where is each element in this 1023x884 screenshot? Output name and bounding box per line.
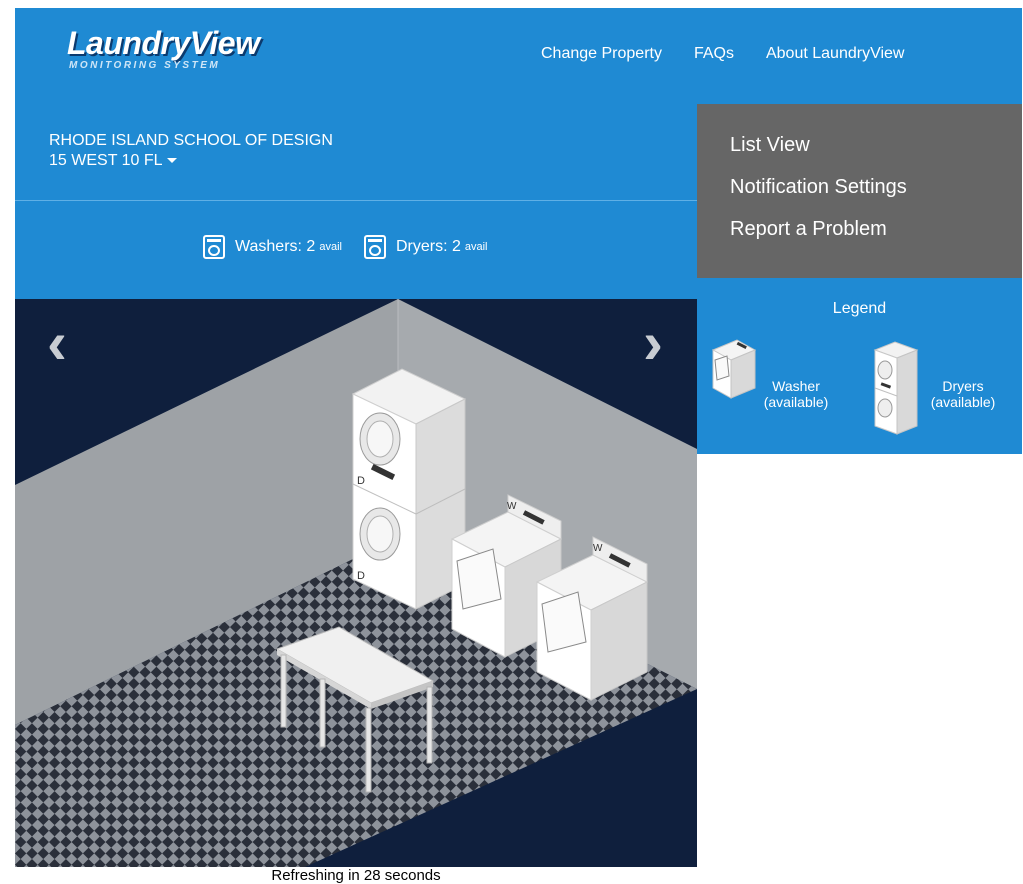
header: LaundryView MONITORING SYSTEM Change Pro… (15, 8, 1022, 104)
list-view-link[interactable]: List View (730, 134, 810, 157)
washers-avail-suffix: avail (319, 241, 342, 253)
dryers-available: Dryers: 2 (395, 238, 461, 255)
dryer-legend-icon (873, 341, 919, 435)
room-name: 15 WEST 10 FL (49, 152, 163, 169)
dryer-icon (363, 235, 386, 259)
faqs-link[interactable]: FAQs (694, 45, 734, 63)
legend-panel: Legend Washer (available) Dryers (availa… (697, 278, 1022, 454)
logo-subtitle: MONITORING SYSTEM (69, 60, 221, 71)
washer-legend-status: (available) (763, 394, 829, 410)
washers-available: Washers: 2 (235, 238, 316, 255)
laundryview-app: LaundryView MONITORING SYSTEM Change Pro… (15, 8, 1022, 884)
dryer-tag-bottom: D (357, 570, 365, 582)
chevron-right-icon[interactable]: › (633, 313, 673, 373)
location-bar: RHODE ISLAND SCHOOL OF DESIGN 15 WEST 10… (15, 104, 697, 200)
notification-settings-link[interactable]: Notification Settings (730, 176, 907, 199)
dryer-legend-status: (available) (930, 394, 996, 410)
top-nav: Change Property FAQs About LaundryView (541, 45, 904, 63)
report-a-problem-link[interactable]: Report a Problem (730, 218, 887, 241)
dryer-legend-label: Dryers (942, 378, 984, 394)
chevron-left-icon[interactable]: ‹ (37, 313, 77, 373)
room-view: D D W W ‹ › (15, 299, 697, 867)
dryer-tag-top: D (357, 475, 365, 487)
dryer-legend-text: Dryers (available) (923, 378, 1003, 410)
refresh-status: Refreshing in 28 seconds (271, 867, 441, 884)
room-selector[interactable]: 15 WEST 10 FL (49, 152, 177, 170)
washer-legend-label: Washer (772, 378, 820, 394)
legend-title: Legend (832, 300, 887, 317)
laundryview-logo[interactable]: LaundryView MONITORING SYSTEM (67, 25, 260, 71)
dryers-avail-suffix: avail (464, 241, 488, 253)
dropdown-menu: List View Notification Settings Report a… (697, 104, 1022, 278)
logo-title: LaundryView (67, 25, 260, 61)
school-name: RHODE ISLAND SCHOOL OF DESIGN (49, 132, 333, 149)
washer-tag-1: W (507, 501, 517, 512)
chevron-down-icon (166, 158, 177, 164)
washer-legend-icon (711, 339, 757, 399)
washer-tag-2: W (593, 543, 603, 554)
availability-bar: Washers: 2 avail Dryers: 2 avail (15, 200, 697, 300)
washer-legend-text: Washer (available) (761, 378, 831, 410)
change-property-link[interactable]: Change Property (541, 45, 662, 63)
about-laundryview-link[interactable]: About LaundryView (766, 45, 904, 63)
stacked-dryer-unit[interactable]: D D (351, 368, 467, 610)
laundry-room-illustration: D D W W (15, 299, 697, 867)
washer-icon (203, 235, 225, 259)
